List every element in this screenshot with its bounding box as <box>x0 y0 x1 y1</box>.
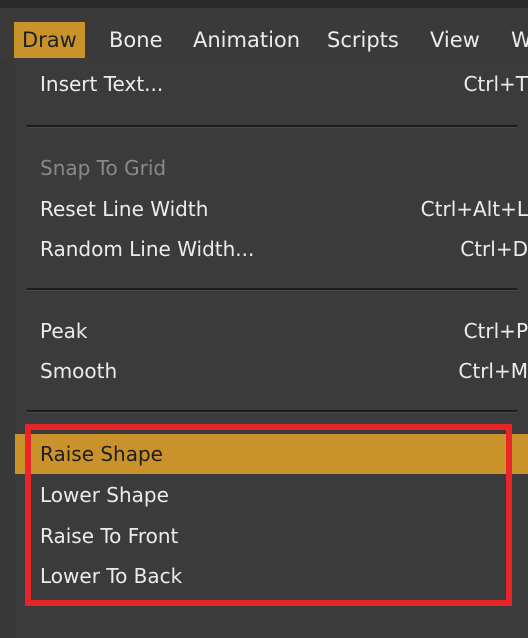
menu-item-peak[interactable]: Peak Ctrl+P <box>15 311 528 351</box>
menu-separator <box>27 288 517 291</box>
menu-item-snap-to-grid: Snap To Grid <box>15 148 528 188</box>
menu-draw[interactable]: Draw <box>14 22 85 58</box>
menu-item-lower-to-back[interactable]: Lower To Back <box>15 556 528 596</box>
menu-item-raise-to-front[interactable]: Raise To Front <box>15 516 528 556</box>
menu-bar: Draw Bone Animation Scripts View W <box>0 0 528 58</box>
menu-item-label: Smooth <box>40 359 118 383</box>
menu-item-label: Raise To Front <box>40 524 179 548</box>
menu-scripts[interactable]: Scripts <box>322 22 404 58</box>
menu-item-raise-shape[interactable]: Raise Shape <box>15 434 528 474</box>
menu-item-label: Random Line Width... <box>40 237 255 261</box>
menu-item-shortcut: Ctrl+P <box>463 319 528 343</box>
menu-item-label: Reset Line Width <box>40 197 209 221</box>
menu-item-insert-text[interactable]: Insert Text... Ctrl+T <box>15 64 528 104</box>
menu-item-shortcut: Ctrl+T <box>463 72 528 96</box>
menu-item-label: Peak <box>40 319 88 343</box>
menu-item-label: Snap To Grid <box>40 156 167 180</box>
menu-item-label: Lower To Back <box>40 564 183 588</box>
menu-item-smooth[interactable]: Smooth Ctrl+M <box>15 351 528 391</box>
menu-animation[interactable]: Animation <box>188 22 305 58</box>
menu-item-lower-shape[interactable]: Lower Shape <box>15 475 528 515</box>
menu-item-label: Raise Shape <box>40 442 163 466</box>
menu-item-shortcut: Ctrl+Alt+L <box>420 197 528 221</box>
menu-item-label: Lower Shape <box>40 483 169 507</box>
menu-window[interactable]: W <box>506 22 528 58</box>
menu-separator <box>27 125 517 128</box>
menu-item-shortcut: Ctrl+M <box>458 359 528 383</box>
menu-view[interactable]: View <box>425 22 485 58</box>
menu-item-label: Insert Text... <box>40 72 164 96</box>
menu-separator <box>27 410 517 413</box>
menu-item-random-line-width[interactable]: Random Line Width... Ctrl+D <box>15 229 528 269</box>
window-top-edge <box>0 0 528 8</box>
menu-bone[interactable]: Bone <box>104 22 167 58</box>
menu-item-reset-line-width[interactable]: Reset Line Width Ctrl+Alt+L <box>15 189 528 229</box>
draw-menu-dropdown: Insert Text... Ctrl+T Snap To Grid Reset… <box>15 58 528 638</box>
menu-item-shortcut: Ctrl+D <box>460 237 528 261</box>
